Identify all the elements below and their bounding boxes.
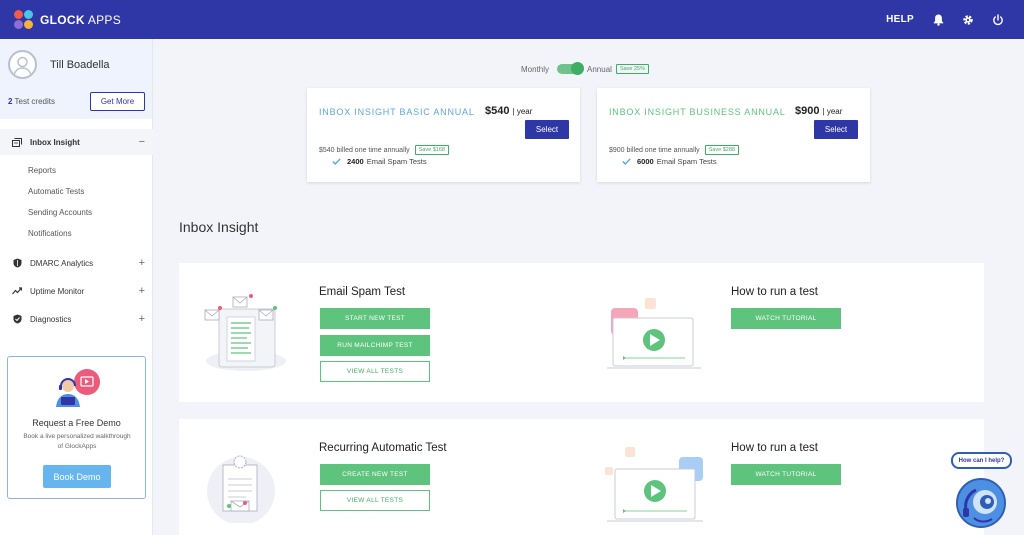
help-link[interactable]: HELP	[886, 14, 914, 25]
save-badge: Save $168	[414, 145, 449, 155]
top-bar: GLOCK APPS HELP	[0, 0, 1024, 39]
avatar[interactable]	[8, 50, 37, 79]
book-demo-button[interactable]: Book Demo	[43, 465, 111, 488]
profile-panel: Till Boadella 2 Test credits Get More	[0, 39, 152, 119]
bell-icon[interactable]	[932, 14, 944, 26]
run-mailchimp-test-button[interactable]: RUN MAILCHIMP TEST	[320, 335, 430, 356]
sidebar-item-uptime-monitor[interactable]: Uptime Monitor +	[0, 278, 153, 304]
select-plan-button[interactable]: Select	[814, 120, 858, 139]
sidebar-item-label: DMARC Analytics	[30, 258, 94, 268]
tests-included: 2400 Email Spam Tests	[332, 157, 427, 166]
shield-icon	[12, 258, 22, 268]
start-new-test-button[interactable]: START NEW TEST	[320, 308, 430, 329]
test-credits: 2 Test credits	[8, 97, 55, 106]
chat-bubble[interactable]: How can I help?	[951, 452, 1012, 469]
email-spam-test-panel: Email Spam Test START NEW TEST RUN MAILC…	[179, 263, 984, 402]
plan-price: $900 | year	[795, 105, 843, 117]
sidebar-subitem-sending-accounts[interactable]: Sending Accounts	[28, 208, 92, 217]
sidebar-item-dmarc-analytics[interactable]: DMARC Analytics +	[0, 250, 153, 276]
sidebar-item-inbox-insight[interactable]: Inbox Insight −	[0, 129, 153, 155]
panel-heading: Email Spam Test	[319, 286, 406, 298]
view-all-tests-button[interactable]: VIEW ALL TESTS	[320, 490, 430, 511]
sidebar: Till Boadella 2 Test credits Get More In…	[0, 39, 153, 535]
save-badge: Save $288	[704, 145, 739, 155]
select-plan-button[interactable]: Select	[525, 120, 569, 139]
power-icon[interactable]	[992, 13, 1004, 26]
collapse-icon[interactable]: −	[139, 136, 145, 148]
expand-icon[interactable]: +	[139, 313, 145, 325]
gear-icon[interactable]	[962, 14, 974, 26]
chat-assistant-icon[interactable]	[956, 478, 1006, 528]
billing-switch[interactable]	[557, 62, 585, 75]
user-name: Till Boadella	[50, 59, 110, 71]
email-report-illustration	[201, 293, 291, 378]
panel-heading: Recurring Automatic Test	[319, 442, 447, 454]
recurring-test-panel: Recurring Automatic Test CREATE NEW TEST…	[179, 419, 984, 535]
expand-icon[interactable]: +	[139, 285, 145, 297]
scheduled-report-illustration	[201, 451, 291, 528]
tutorial-heading: How to run a test	[731, 286, 818, 298]
logo-text: GLOCK APPS	[40, 12, 122, 27]
get-more-button[interactable]: Get More	[90, 92, 145, 111]
tests-included: 6000 Email Spam Tests	[622, 157, 717, 166]
plan-card-basic: INBOX INSIGHT BASIC ANNUAL $540 | year S…	[307, 88, 580, 182]
section-title: Inbox Insight	[179, 219, 259, 235]
watch-tutorial-button[interactable]: WATCH TUTORIAL	[731, 464, 841, 485]
expand-icon[interactable]: +	[139, 257, 145, 269]
annual-label[interactable]: Annual	[587, 65, 612, 74]
inbox-icon	[12, 137, 22, 147]
monthly-label[interactable]: Monthly	[521, 65, 549, 74]
demo-card: Request a Free Demo Book a live personal…	[7, 356, 146, 499]
check-icon	[332, 158, 341, 165]
sidebar-item-diagnostics[interactable]: Diagnostics +	[0, 306, 153, 332]
plan-name: INBOX INSIGHT BASIC ANNUAL	[319, 107, 475, 117]
billed-info: $540 billed one time annually Save $168	[319, 145, 449, 155]
plan-name: INBOX INSIGHT BUSINESS ANNUAL	[609, 107, 786, 117]
logo[interactable]: GLOCK APPS	[14, 9, 122, 30]
sidebar-subitem-reports[interactable]: Reports	[28, 166, 56, 175]
trend-icon	[12, 286, 22, 296]
check-icon	[622, 158, 631, 165]
support-agent-icon	[52, 366, 104, 413]
demo-title: Request a Free Demo	[32, 418, 121, 428]
billed-info: $900 billed one time annually Save $288	[609, 145, 739, 155]
sidebar-item-label: Uptime Monitor	[30, 286, 85, 296]
create-new-test-button[interactable]: CREATE NEW TEST	[320, 464, 430, 485]
view-all-tests-button[interactable]: VIEW ALL TESTS	[320, 361, 430, 382]
sidebar-subitem-notifications[interactable]: Notifications	[28, 229, 72, 238]
sidebar-subitem-automatic-tests[interactable]: Automatic Tests	[28, 187, 84, 196]
demo-description: Book a live personalized walkthrough of …	[23, 433, 131, 450]
sidebar-item-label: Inbox Insight	[30, 137, 80, 147]
checkshield-icon	[12, 314, 22, 324]
plan-card-business: INBOX INSIGHT BUSINESS ANNUAL $900 | yea…	[597, 88, 870, 182]
video-tutorial-illustration[interactable]	[603, 445, 707, 530]
billing-toggle: Monthly Annual Save 25%	[521, 62, 650, 76]
annual-save-badge: Save 25%	[615, 64, 650, 74]
tutorial-heading: How to run a test	[731, 442, 818, 454]
sidebar-item-label: Diagnostics	[30, 314, 72, 324]
watch-tutorial-button[interactable]: WATCH TUTORIAL	[731, 308, 841, 329]
plan-price: $540 | year	[485, 105, 533, 117]
video-tutorial-illustration[interactable]	[605, 296, 705, 377]
logo-icon	[14, 9, 34, 30]
